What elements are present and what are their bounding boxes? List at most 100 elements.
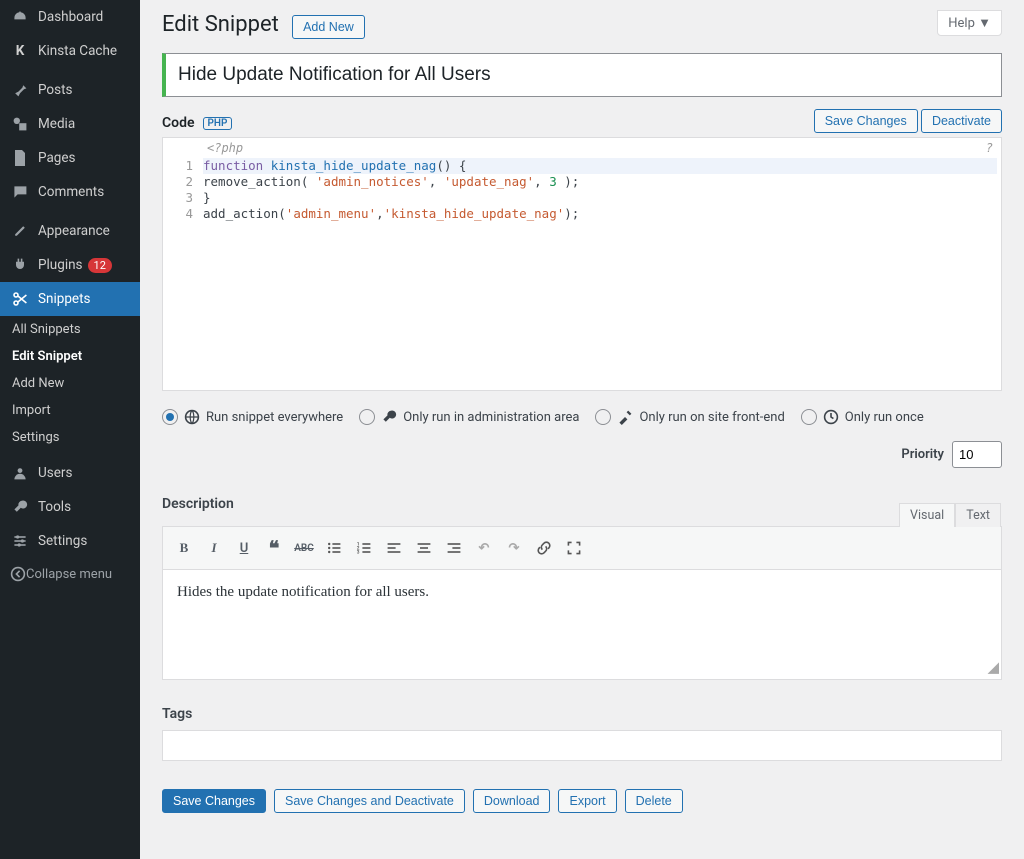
scope-label: Run snippet everywhere	[206, 410, 343, 425]
line-gutter: 1 2 3 4	[163, 158, 199, 390]
deactivate-button[interactable]: Deactivate	[921, 109, 1002, 133]
label: Dashboard	[38, 9, 103, 25]
sidebar-sub-all[interactable]: All Snippets	[0, 316, 140, 343]
page-icon	[10, 148, 30, 168]
tags-label: Tags	[162, 706, 1002, 722]
align-left-icon[interactable]	[379, 533, 409, 563]
sidebar-item-plugins[interactable]: Plugins 12	[0, 248, 140, 282]
scissors-icon	[10, 289, 30, 309]
editor-toolbar: B I U ❝ ABC 123 ↶ ↷	[163, 527, 1001, 569]
sidebar-item-dashboard[interactable]: Dashboard	[0, 0, 140, 34]
sidebar-item-snippets[interactable]: Snippets	[0, 282, 140, 316]
link-icon[interactable]	[529, 533, 559, 563]
delete-button[interactable]: Delete	[625, 789, 683, 813]
scope-label: Only run on site front-end	[639, 410, 784, 425]
code-help-icon[interactable]: ?	[986, 141, 993, 155]
sidebar-sub-import[interactable]: Import	[0, 397, 140, 424]
hammer-icon	[617, 409, 633, 425]
align-center-icon[interactable]	[409, 533, 439, 563]
bullet-list-icon[interactable]	[319, 533, 349, 563]
add-new-button[interactable]: Add New	[292, 15, 365, 39]
quote-icon[interactable]: ❝	[259, 533, 289, 563]
radio-icon[interactable]	[801, 409, 817, 425]
scope-label: Only run once	[845, 410, 924, 425]
globe-icon	[184, 409, 200, 425]
php-open-tag: <?php	[207, 141, 243, 155]
export-button[interactable]: Export	[558, 789, 616, 813]
collapse-icon	[10, 566, 26, 582]
sidebar-item-comments[interactable]: Comments	[0, 175, 140, 209]
code-line[interactable]: }	[203, 190, 997, 206]
sidebar-item-posts[interactable]: Posts	[0, 73, 140, 107]
snippet-title-input[interactable]	[162, 53, 1002, 97]
label: Comments	[38, 184, 104, 200]
resize-handle-icon[interactable]: ◢	[987, 658, 999, 677]
code-line[interactable]: add_action('admin_menu','kinsta_hide_upd…	[203, 206, 997, 222]
save-changes-button-top[interactable]: Save Changes	[814, 109, 918, 133]
label: Kinsta Cache	[38, 43, 117, 59]
save-deactivate-button[interactable]: Save Changes and Deactivate	[274, 789, 465, 813]
fullscreen-icon[interactable]	[559, 533, 589, 563]
clock-icon	[823, 409, 839, 425]
undo-icon[interactable]: ↶	[469, 533, 499, 563]
label: Media	[38, 116, 75, 132]
label: Settings	[38, 533, 87, 549]
italic-icon[interactable]: I	[199, 533, 229, 563]
redo-icon[interactable]: ↷	[499, 533, 529, 563]
visual-tab[interactable]: Visual	[899, 503, 955, 527]
kinsta-icon: K	[10, 41, 30, 61]
scope-everywhere[interactable]: Run snippet everywhere	[162, 409, 343, 425]
save-changes-button[interactable]: Save Changes	[162, 789, 266, 813]
label: Posts	[38, 82, 72, 98]
label: Snippets	[38, 291, 90, 307]
sidebar-item-appearance[interactable]: Appearance	[0, 214, 140, 248]
sidebar-item-media[interactable]: Media	[0, 107, 140, 141]
scope-admin[interactable]: Only run in administration area	[359, 409, 579, 425]
radio-icon[interactable]	[595, 409, 611, 425]
numbered-list-icon[interactable]: 123	[349, 533, 379, 563]
main-content: Help ▼ Edit Snippet Add New Code PHP Sav…	[140, 0, 1024, 859]
sidebar-item-pages[interactable]: Pages	[0, 141, 140, 175]
label: Pages	[38, 150, 76, 166]
dashboard-icon	[10, 7, 30, 27]
code-label-text: Code	[162, 115, 195, 131]
scope-row: Run snippet everywhere Only run in admin…	[162, 409, 1002, 468]
bold-icon[interactable]: B	[169, 533, 199, 563]
sidebar-sub-add[interactable]: Add New	[0, 370, 140, 397]
code-line[interactable]: remove_action( 'admin_notices', 'update_…	[203, 174, 997, 190]
sidebar-sub-settings[interactable]: Settings	[0, 424, 140, 451]
code-editor[interactable]: <?php ? 1 2 3 4 function kinsta_hide_upd…	[162, 137, 1002, 391]
scope-once[interactable]: Only run once	[801, 409, 924, 425]
sidebar-item-settings[interactable]: Settings	[0, 524, 140, 558]
sidebar-sub-edit[interactable]: Edit Snippet	[0, 343, 140, 370]
scope-frontend[interactable]: Only run on site front-end	[595, 409, 784, 425]
sidebar-item-kinsta[interactable]: K Kinsta Cache	[0, 34, 140, 68]
underline-icon[interactable]: U	[229, 533, 259, 563]
code-header: <?php ?	[163, 138, 1001, 158]
wrench-icon	[10, 497, 30, 517]
sidebar-item-tools[interactable]: Tools	[0, 490, 140, 524]
align-right-icon[interactable]	[439, 533, 469, 563]
tags-input[interactable]	[162, 730, 1002, 761]
code-lines[interactable]: function kinsta_hide_update_nag() { remo…	[199, 158, 1001, 390]
sliders-icon	[10, 531, 30, 551]
wrench-icon	[381, 409, 397, 425]
update-badge: 12	[88, 258, 112, 273]
svg-text:3: 3	[357, 550, 360, 556]
code-line[interactable]: function kinsta_hide_update_nag() {	[203, 158, 997, 174]
text-tab[interactable]: Text	[955, 503, 1001, 527]
label: Appearance	[38, 223, 110, 239]
label: Collapse menu	[26, 567, 112, 582]
description-textarea[interactable]: Hides the update notification for all us…	[163, 569, 1001, 679]
priority-label: Priority	[901, 447, 944, 462]
help-tab[interactable]: Help ▼	[937, 10, 1002, 36]
brush-icon	[10, 221, 30, 241]
radio-icon[interactable]	[162, 409, 178, 425]
download-button[interactable]: Download	[473, 789, 551, 813]
comment-icon	[10, 182, 30, 202]
radio-icon[interactable]	[359, 409, 375, 425]
priority-input[interactable]	[952, 441, 1002, 468]
collapse-menu[interactable]: Collapse menu	[0, 558, 140, 590]
sidebar-item-users[interactable]: Users	[0, 456, 140, 490]
strikethrough-icon[interactable]: ABC	[289, 533, 319, 563]
